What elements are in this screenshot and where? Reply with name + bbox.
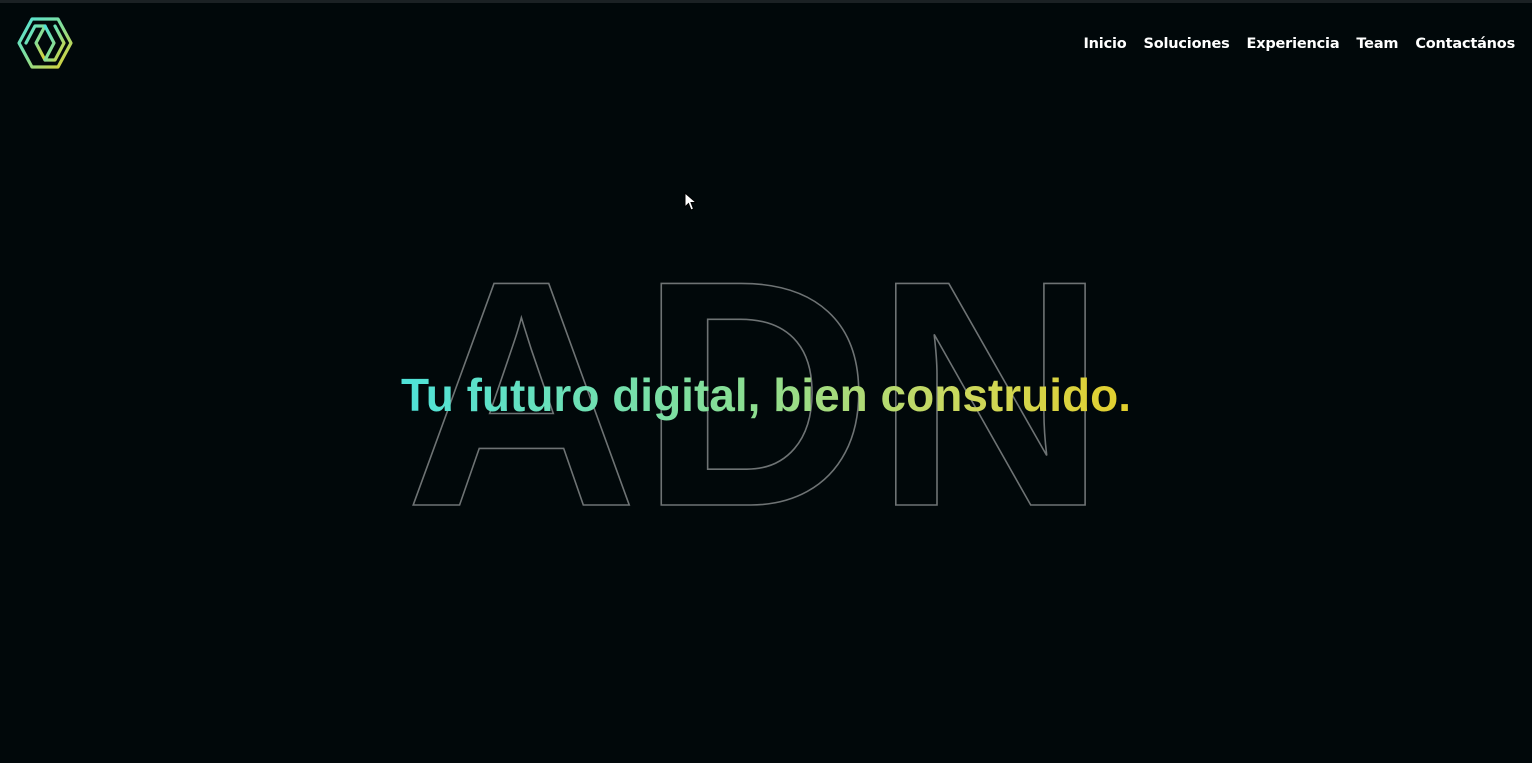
adn-logo-icon[interactable] xyxy=(16,16,74,70)
mouse-cursor-icon xyxy=(684,192,698,211)
hero-tagline-text: Tu futuro digital, bien construido. xyxy=(401,369,1131,421)
nav-item-inicio[interactable]: Inicio xyxy=(1083,36,1126,52)
top-border-strip xyxy=(0,0,1532,3)
nav-item-experiencia[interactable]: Experiencia xyxy=(1247,36,1340,52)
nav-item-contactanos[interactable]: Contactános xyxy=(1415,36,1515,52)
nav-item-soluciones[interactable]: Soluciones xyxy=(1144,36,1230,52)
hero-tagline: Tu futuro digital, bien construido. xyxy=(0,366,1532,424)
nav-item-team[interactable]: Team xyxy=(1356,36,1398,52)
main-nav: Inicio Soluciones Experiencia Team Conta… xyxy=(1083,36,1515,52)
